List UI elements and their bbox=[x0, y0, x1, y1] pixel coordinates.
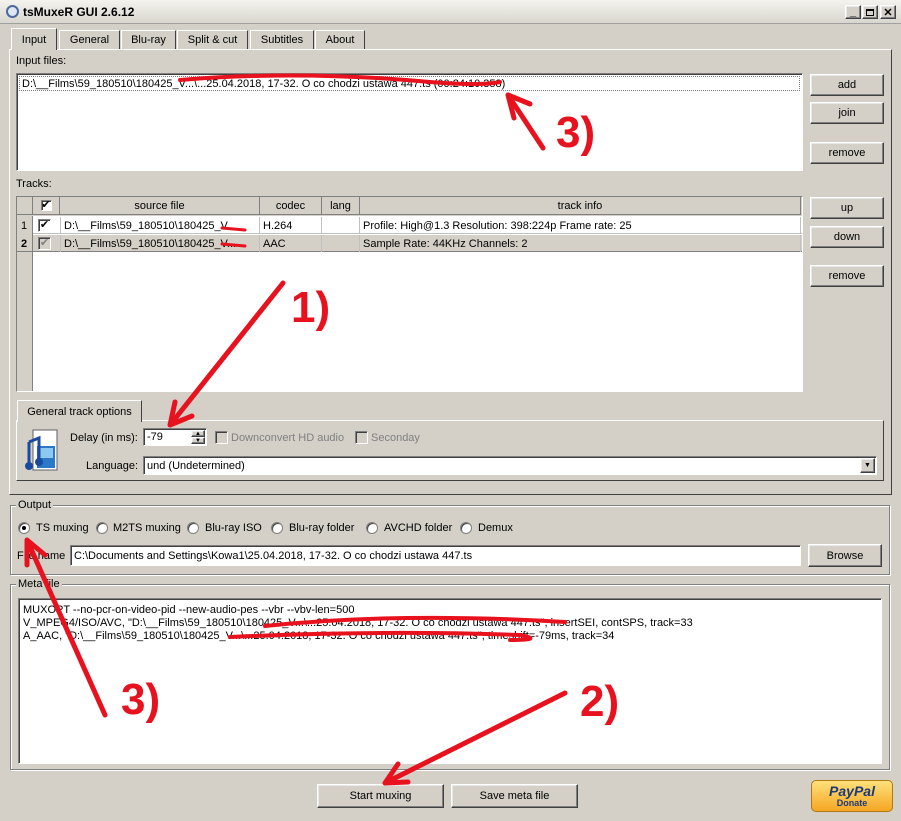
header-lang[interactable]: lang bbox=[322, 197, 360, 215]
window-title: tsMuxeR GUI 2.6.12 bbox=[23, 5, 135, 19]
tab-about[interactable]: About bbox=[315, 30, 365, 49]
paypal-donate-button[interactable]: PayPal Donate bbox=[811, 780, 893, 812]
delay-up-arrow[interactable]: ▲ bbox=[191, 430, 205, 437]
meta-line: A_AAC, "D:\__Films\59_180510\180425_V...… bbox=[23, 630, 615, 642]
bluray-iso-radio[interactable] bbox=[187, 522, 199, 534]
header-source-file[interactable]: source file bbox=[60, 197, 260, 215]
delay-label: Delay (in ms): bbox=[70, 432, 138, 444]
m2ts-muxing-radio[interactable] bbox=[96, 522, 108, 534]
start-muxing-button[interactable]: Start muxing bbox=[317, 784, 444, 808]
donate-label: Donate bbox=[836, 798, 868, 808]
header-rownum bbox=[17, 197, 33, 215]
track-codec: AAC bbox=[260, 235, 322, 252]
track-info: Profile: High@1.3 Resolution: 398:224p F… bbox=[360, 217, 801, 234]
paypal-logo: PayPal bbox=[829, 783, 875, 799]
maximize-button[interactable] bbox=[862, 5, 878, 19]
meta-line: MUXOPT --no-pcr-on-video-pid --new-audio… bbox=[23, 604, 355, 616]
secondary-checkbox[interactable] bbox=[355, 431, 368, 444]
downconvert-checkbox[interactable] bbox=[215, 431, 228, 444]
track-checkbox[interactable]: ✔ bbox=[38, 237, 51, 250]
track-lang bbox=[322, 217, 360, 234]
language-value: und (Undetermined) bbox=[147, 459, 245, 472]
track-source-file: D:\__Films\59_180510\180425_V... bbox=[60, 217, 260, 234]
track-info: Sample Rate: 44KHz Channels: 2 bbox=[360, 235, 801, 252]
ts-muxing-radio[interactable] bbox=[18, 522, 30, 534]
ts-muxing-label[interactable]: TS muxing bbox=[36, 522, 89, 534]
input-files-label: Input files: bbox=[16, 55, 67, 67]
bluray-folder-radio[interactable] bbox=[271, 522, 283, 534]
table-row[interactable]: 2 ✔ D:\__Films\59_180510\180425_V... AAC… bbox=[17, 235, 802, 252]
m2ts-muxing-label[interactable]: M2TS muxing bbox=[113, 522, 181, 534]
output-group-label: Output bbox=[16, 499, 54, 511]
track-up-button[interactable]: up bbox=[810, 197, 884, 219]
join-file-button[interactable]: join bbox=[810, 102, 884, 124]
track-options-tab[interactable]: General track options bbox=[17, 400, 142, 422]
language-label: Language: bbox=[86, 460, 138, 472]
add-file-button[interactable]: add bbox=[810, 74, 884, 96]
downconvert-label: Downconvert HD audio bbox=[231, 432, 345, 444]
title-bar[interactable]: tsMuxeR GUI 2.6.12 _ ✕ bbox=[0, 0, 901, 24]
row-number: 1 bbox=[17, 217, 33, 234]
annotation-2: 2) bbox=[580, 677, 620, 726]
tab-general[interactable]: General bbox=[59, 30, 120, 49]
annotation-3-left: 3) bbox=[121, 675, 161, 724]
input-file-item[interactable]: D:\__Films\59_180510\180425_V...\...25.0… bbox=[19, 76, 800, 91]
demux-label[interactable]: Demux bbox=[478, 522, 513, 534]
header-checkbox[interactable]: ✔ bbox=[40, 200, 52, 211]
minimize-button[interactable]: _ bbox=[845, 5, 861, 19]
tab-blu-ray[interactable]: Blu-ray bbox=[121, 30, 176, 49]
tracks-table[interactable]: ✔ source file codec lang track info 1 ✔ … bbox=[16, 196, 803, 392]
track-down-button[interactable]: down bbox=[810, 226, 884, 248]
delay-down-arrow[interactable]: ▼ bbox=[191, 437, 205, 444]
close-button[interactable]: ✕ bbox=[880, 5, 896, 19]
bluray-folder-label[interactable]: Blu-ray folder bbox=[289, 522, 354, 534]
remove-file-button[interactable]: remove bbox=[810, 142, 884, 164]
avchd-folder-radio[interactable] bbox=[366, 522, 378, 534]
annotation-1: 1) bbox=[291, 283, 331, 332]
tab-input[interactable]: Input bbox=[11, 28, 57, 50]
secondary-label: Seconday bbox=[371, 432, 420, 444]
header-track-info[interactable]: track info bbox=[360, 197, 801, 215]
chevron-down-icon[interactable]: ▼ bbox=[860, 458, 875, 473]
avchd-folder-label[interactable]: AVCHD folder bbox=[384, 522, 452, 534]
language-select[interactable]: und (Undetermined) ▼ bbox=[143, 456, 877, 475]
browse-button[interactable]: Browse bbox=[808, 544, 882, 567]
row-number: 2 bbox=[17, 235, 33, 252]
bluray-iso-label[interactable]: Blu-ray ISO bbox=[205, 522, 262, 534]
header-codec[interactable]: codec bbox=[260, 197, 322, 215]
table-row[interactable]: 1 ✔ D:\__Films\59_180510\180425_V... H.2… bbox=[17, 217, 802, 234]
tracks-header: ✔ source file codec lang track info bbox=[17, 197, 802, 216]
tab-subtitles[interactable]: Subtitles bbox=[250, 30, 314, 49]
annotation-3-top: 3) bbox=[556, 108, 596, 157]
track-codec: H.264 bbox=[260, 217, 322, 234]
tab-split-cut[interactable]: Split & cut bbox=[177, 30, 248, 49]
track-lang bbox=[322, 235, 360, 252]
track-checkbox[interactable]: ✔ bbox=[38, 219, 51, 232]
track-remove-button[interactable]: remove bbox=[810, 265, 884, 287]
demux-radio[interactable] bbox=[460, 522, 472, 534]
save-meta-file-button[interactable]: Save meta file bbox=[451, 784, 578, 808]
track-source-file: D:\__Films\59_180510\180425_V... bbox=[60, 235, 260, 252]
delay-spinner[interactable]: ▲ ▼ bbox=[191, 430, 205, 444]
tracks-label: Tracks: bbox=[16, 178, 52, 190]
audio-track-icon bbox=[25, 428, 61, 474]
meta-file-label: Meta file bbox=[16, 578, 62, 590]
header-check[interactable]: ✔ bbox=[33, 197, 60, 215]
meta-line: V_MPEG4/ISO/AVC, "D:\__Films\59_180510\1… bbox=[23, 617, 693, 629]
input-files-list[interactable]: D:\__Films\59_180510\180425_V...\...25.0… bbox=[16, 73, 803, 171]
filename-input[interactable]: C:\Documents and Settings\Kowa1\25.04.20… bbox=[70, 545, 801, 566]
app-icon bbox=[6, 5, 19, 18]
filename-label: File name bbox=[17, 550, 66, 562]
